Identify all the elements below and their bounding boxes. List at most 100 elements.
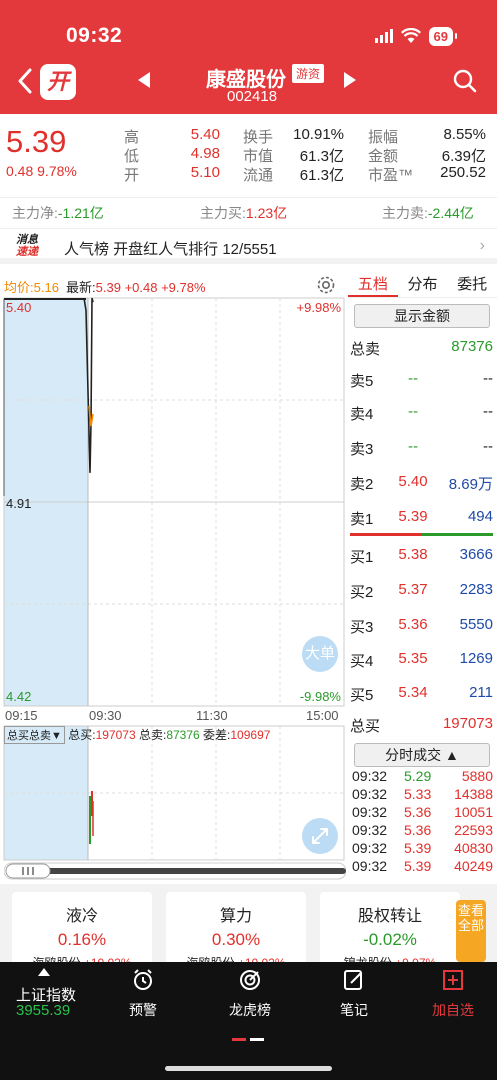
show-amount-button[interactable]: 显示金额: [354, 304, 490, 328]
stat-label: 开: [124, 167, 140, 184]
volume-header: 总买总卖▼ 总买:197073 总卖:87376 委差:109697: [4, 726, 270, 744]
ask-row[interactable]: 卖3 -- --: [348, 438, 493, 458]
add-watchlist-button[interactable]: 加自选: [428, 966, 478, 1020]
alarm-icon: [120, 966, 166, 994]
stat-value: 6.39亿: [441, 148, 486, 165]
back-icon[interactable]: [14, 66, 36, 96]
tick-row: 09:32 5.29 5880: [352, 768, 493, 784]
stock-tag: 游资: [292, 64, 325, 83]
stat-label: 高: [124, 129, 140, 146]
note-icon: [334, 966, 374, 994]
status-time: 09:32: [66, 24, 123, 47]
stat-label: 流通: [243, 167, 274, 184]
bid-row[interactable]: 买3 5.36 5550: [348, 616, 493, 636]
stat-value: 250.52: [440, 164, 486, 181]
sector-card[interactable]: 股权转让 -0.02% 锦龙股份 +9.97%: [320, 892, 460, 970]
status-icons: 69: [374, 26, 458, 46]
x-label: 15:00: [306, 708, 339, 723]
stat-value: 61.3亿: [299, 167, 344, 184]
bid-row[interactable]: 买1 5.38 3666: [348, 546, 493, 566]
quote-panel: 5.39 0.48 9.78% 高 5.40 换手 10.91% 振幅 8.55…: [0, 114, 497, 194]
ask-row[interactable]: 卖5 -- --: [348, 370, 493, 390]
y-bottom-pct: -9.98%: [300, 689, 342, 704]
volume-selector[interactable]: 总买总卖▼: [4, 726, 65, 744]
plus-box-icon: [428, 966, 478, 994]
page-indicator: [232, 1038, 264, 1041]
bottom-bar: 上证指数 3955.39 预警 龙虎榜 笔记 加自选: [0, 962, 497, 1080]
x-label: 09:15: [5, 708, 38, 723]
intraday-chart[interactable]: 5.40 4.91 4.42 +9.98% -9.98% 09:15 09:30…: [0, 296, 346, 862]
tick-row: 09:32 5.33 14388: [352, 786, 493, 802]
big-order-button[interactable]: 大单: [302, 636, 338, 672]
tick-row: 09:32 5.36 22593: [352, 822, 493, 838]
stat-label: 换手: [243, 129, 274, 146]
ask-row[interactable]: 卖2 5.40 8.69万: [348, 473, 493, 493]
avg-price: 均价:5.16: [4, 280, 59, 295]
latest-price: 最新:5.39 +0.48 +9.78%: [66, 280, 206, 295]
dragon-tiger-button[interactable]: 龙虎榜: [222, 966, 278, 1020]
settings-icon[interactable]: [316, 275, 336, 295]
chart-header: 均价:5.16 最新:5.39 +0.48 +9.78%: [0, 272, 346, 298]
news-logo: 消息 速递: [16, 234, 38, 258]
flow-buy: 主力买:1.23亿: [200, 205, 288, 221]
ticks-dropdown[interactable]: 分时成交 ▲: [354, 743, 490, 767]
stat-label: 金额: [368, 148, 399, 165]
total-buy-row: 总买 197073: [350, 715, 493, 735]
app-header: 09:32 69 开 康盛股份 游资 002418: [0, 0, 497, 114]
tick-row: 09:32 5.39 40830: [352, 840, 493, 856]
stat-label: 低: [124, 148, 140, 165]
tab-orders[interactable]: 委托: [447, 272, 497, 297]
tab-distribution[interactable]: 分布: [398, 272, 448, 297]
tick-row: 09:32 5.36 10051: [352, 804, 493, 820]
y-bottom-label: 4.42: [6, 689, 31, 704]
total-sell-row: 总卖 87376: [350, 338, 493, 358]
tick-row: 09:32 5.39 40249: [352, 858, 493, 874]
expand-icon[interactable]: [302, 818, 338, 854]
search-icon[interactable]: [452, 68, 478, 94]
last-price: 5.39: [6, 124, 67, 159]
wifi-icon: [400, 28, 421, 43]
stat-value: 5.40: [190, 126, 220, 143]
trade-badge[interactable]: 开: [40, 64, 76, 100]
expand-up-icon: [38, 968, 50, 976]
stat-label: 市盈™: [368, 167, 414, 184]
battery-icon: 69: [428, 26, 458, 46]
notes-button[interactable]: 笔记: [334, 966, 374, 1020]
chevron-right-icon: ›: [479, 237, 485, 254]
stat-value: 5.10: [190, 164, 220, 181]
stat-label: 振幅: [368, 129, 399, 146]
prev-stock-icon[interactable]: [138, 72, 150, 88]
flow-sell: 主力卖:-2.44亿: [382, 205, 474, 221]
chart-scrollbar[interactable]: [4, 862, 346, 880]
stat-label: 市值: [243, 148, 274, 165]
x-label: 09:30: [89, 708, 122, 723]
news-strip[interactable]: 消息 速递 人气榜 开盘红人气排行 12/5551 ›: [0, 228, 497, 264]
bid-row[interactable]: 买5 5.34 211: [348, 684, 493, 704]
y-top-pct: +9.98%: [297, 300, 342, 315]
stat-value: 8.55%: [443, 126, 486, 143]
sector-card[interactable]: 算力 0.30% 海鸥股份 +10.02%: [166, 892, 306, 970]
target-icon: [222, 966, 278, 994]
bid-row[interactable]: 买4 5.35 1269: [348, 650, 493, 670]
stat-value: 61.3亿: [299, 148, 344, 165]
next-stock-icon[interactable]: [344, 72, 356, 88]
home-indicator: [165, 1066, 332, 1071]
bid-row[interactable]: 买2 5.37 2283: [348, 581, 493, 601]
ask-row[interactable]: 卖1 5.39 494: [348, 508, 493, 528]
flow-net: 主力净:-1.21亿: [12, 205, 104, 221]
y-top-label: 5.40: [6, 300, 31, 315]
price-change: 0.48 9.78%: [6, 163, 77, 179]
bid-ask-divider: [350, 533, 493, 536]
ask-row[interactable]: 卖4 -- --: [348, 403, 493, 423]
stat-value: 10.91%: [293, 126, 344, 143]
y-mid-label: 4.91: [6, 496, 31, 511]
view-all-button[interactable]: 查看全部: [456, 900, 486, 962]
sector-cards: 液冷 0.16% 海鸥股份 +10.02% 算力 0.30% 海鸥股份 +10.…: [0, 884, 497, 970]
x-label: 11:30: [196, 708, 228, 723]
sector-card[interactable]: 液冷 0.16% 海鸥股份 +10.02%: [12, 892, 152, 970]
capital-flow: 主力净:-1.21亿 主力买:1.23亿 主力卖:-2.44亿: [0, 197, 497, 225]
news-text: 人气榜 开盘红人气排行 12/5551: [64, 241, 277, 258]
tab-level5[interactable]: 五档: [348, 272, 398, 297]
alert-button[interactable]: 预警: [120, 966, 166, 1020]
index-value: 3955.39: [16, 1002, 71, 1019]
